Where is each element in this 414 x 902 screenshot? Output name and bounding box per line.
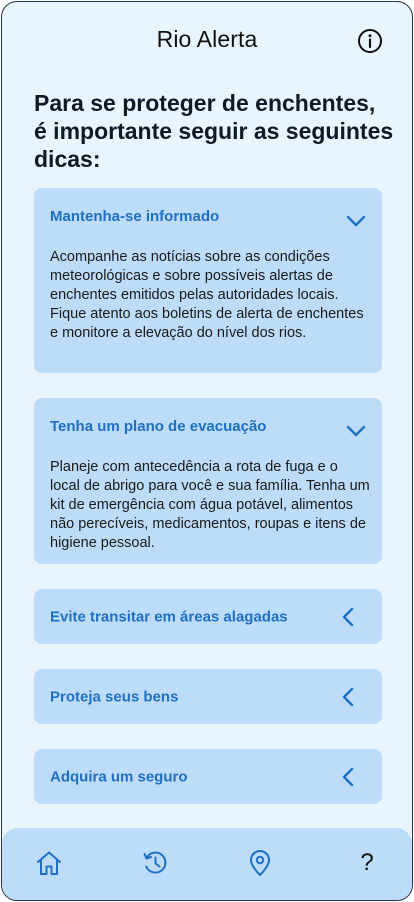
info-icon (358, 29, 382, 53)
tip-title: Adquira um seguro (50, 768, 188, 785)
tip-card-areas-alagadas[interactable]: Evite transitar em áreas alagadas (34, 589, 382, 644)
chevron-left-icon[interactable] (338, 766, 360, 788)
tip-card-plano-de-evacuacao[interactable]: Tenha um plano de evacuação Planeje com … (34, 398, 382, 564)
tip-card-proteja-seus-bens[interactable]: Proteja seus bens (34, 669, 382, 724)
app-header: Rio Alerta (2, 2, 412, 82)
nav-location-button[interactable] (245, 848, 275, 878)
tip-card-mantenha-se-informado[interactable]: Mantenha-se informado Acompanhe as notíc… (34, 188, 382, 373)
chevron-left-icon[interactable] (338, 606, 360, 628)
tip-title: Evite transitar em áreas alagadas (50, 608, 288, 625)
nav-history-button[interactable] (140, 848, 170, 878)
location-pin-icon (250, 850, 270, 876)
chevron-down-icon[interactable] (345, 210, 367, 232)
home-icon (37, 851, 61, 875)
chevron-left-icon[interactable] (338, 686, 360, 708)
app-screen: Rio Alerta Para se proteger de enchentes… (1, 1, 413, 901)
chevron-down-icon[interactable] (345, 420, 367, 442)
bottom-navigation: ? (2, 828, 412, 900)
tip-title: Tenha um plano de evacuação (50, 418, 267, 435)
tip-body: Planeje com antecedência a rota de fuga … (50, 459, 370, 551)
tip-title: Proteja seus bens (50, 688, 179, 705)
tip-card-adquira-um-seguro[interactable]: Adquira um seguro (34, 749, 382, 804)
tip-title: Mantenha-se informado (50, 208, 220, 225)
tip-body: Acompanhe as notícias sobre as condições… (50, 249, 364, 341)
nav-home-button[interactable] (34, 848, 64, 878)
history-icon (143, 851, 167, 874)
info-button[interactable] (355, 26, 385, 56)
app-title: Rio Alerta (156, 26, 258, 52)
page-heading: Para se proteger de enchentes, é importa… (34, 90, 394, 172)
help-icon: ? (360, 849, 374, 876)
nav-help-button[interactable]: ? (352, 848, 382, 878)
